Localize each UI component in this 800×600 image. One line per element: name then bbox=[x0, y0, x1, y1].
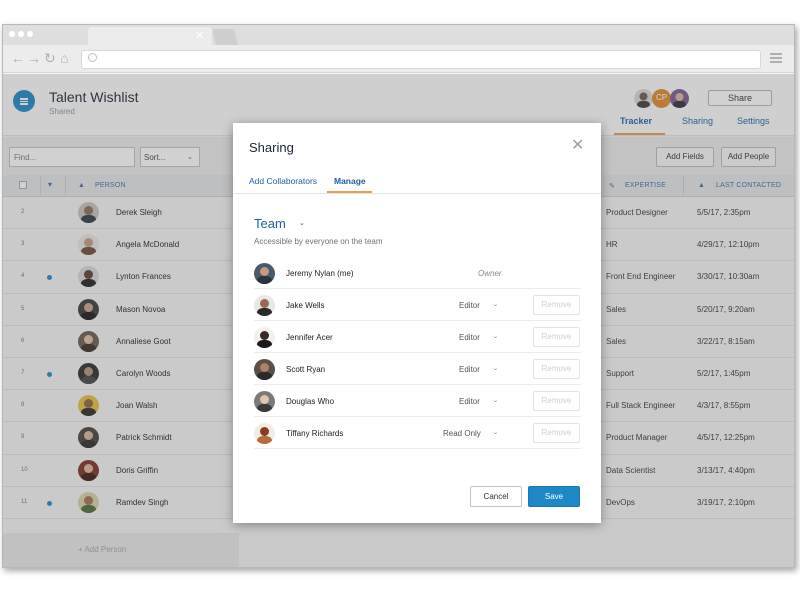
tab-divider bbox=[233, 193, 601, 194]
role-select[interactable]: Editor bbox=[459, 365, 480, 374]
search-icon bbox=[88, 53, 97, 62]
role-select[interactable]: Editor bbox=[459, 333, 480, 342]
back-icon[interactable]: ← bbox=[11, 50, 25, 66]
member-row: Jennifer Acer Editor ⌄ Remove bbox=[254, 321, 581, 353]
tab-close-icon[interactable]: ✕ bbox=[195, 29, 204, 42]
avatar bbox=[254, 263, 275, 284]
save-button[interactable]: Save bbox=[528, 486, 580, 507]
remove-button[interactable]: Remove bbox=[533, 423, 580, 443]
browser-toolbar: ← → ↻ ⌂ bbox=[3, 45, 794, 73]
member-name: Jake Wells bbox=[286, 301, 325, 310]
window-close-dot[interactable] bbox=[9, 31, 15, 37]
reload-icon[interactable]: ↻ bbox=[44, 50, 56, 67]
member-row: Scott Ryan Editor ⌄ Remove bbox=[254, 353, 581, 385]
browser-tab[interactable] bbox=[88, 27, 212, 45]
member-name: Douglas Who bbox=[286, 397, 335, 406]
remove-button[interactable]: Remove bbox=[533, 327, 580, 347]
role-select[interactable]: Editor bbox=[459, 397, 480, 406]
browser-menu-icon[interactable] bbox=[770, 53, 782, 65]
remove-button[interactable]: Remove bbox=[533, 295, 580, 315]
window-minimize-dot[interactable] bbox=[18, 31, 24, 37]
close-icon[interactable]: ✕ bbox=[571, 138, 584, 154]
role-select[interactable]: Editor bbox=[459, 301, 480, 310]
active-tab-indicator bbox=[327, 191, 372, 193]
chevron-down-icon[interactable]: ⌄ bbox=[299, 219, 305, 227]
avatar bbox=[254, 423, 275, 444]
member-row: Tiffany Richards Read Only ⌄ Remove bbox=[254, 417, 581, 449]
member-row: Jeremy Nylan (me) Owner bbox=[254, 257, 581, 289]
chevron-down-icon[interactable]: ⌄ bbox=[493, 333, 498, 340]
chevron-down-icon[interactable]: ⌄ bbox=[493, 301, 498, 308]
member-name: Jeremy Nylan (me) bbox=[286, 269, 354, 278]
chevron-down-icon[interactable]: ⌄ bbox=[493, 397, 498, 404]
browser-tab-strip: ✕ bbox=[3, 25, 794, 45]
member-name: Jennifer Acer bbox=[286, 333, 333, 342]
avatar bbox=[254, 295, 275, 316]
tab-add-collaborators[interactable]: Add Collaborators bbox=[249, 176, 317, 186]
chevron-down-icon[interactable]: ⌄ bbox=[493, 429, 498, 436]
tab-manage[interactable]: Manage bbox=[334, 176, 366, 186]
team-description: Accessible by everyone on the team bbox=[254, 237, 383, 246]
cancel-button[interactable]: Cancel bbox=[470, 486, 522, 507]
avatar bbox=[254, 391, 275, 412]
member-role: Owner bbox=[478, 269, 502, 278]
sharing-dialog: Sharing ✕ Add Collaborators Manage Team … bbox=[233, 123, 601, 523]
new-tab-button[interactable] bbox=[211, 29, 239, 45]
role-select[interactable]: Read Only bbox=[443, 429, 481, 438]
remove-button[interactable]: Remove bbox=[533, 391, 580, 411]
forward-icon[interactable]: → bbox=[27, 50, 41, 66]
member-name: Scott Ryan bbox=[286, 365, 326, 374]
member-row: Jake Wells Editor ⌄ Remove bbox=[254, 289, 581, 321]
chevron-down-icon[interactable]: ⌄ bbox=[493, 365, 498, 372]
member-name: Tiffany Richards bbox=[286, 429, 344, 438]
remove-button[interactable]: Remove bbox=[533, 359, 580, 379]
avatar bbox=[254, 327, 275, 348]
avatar bbox=[254, 359, 275, 380]
dialog-title: Sharing bbox=[249, 140, 294, 155]
window-zoom-dot[interactable] bbox=[27, 31, 33, 37]
address-bar[interactable] bbox=[81, 50, 761, 69]
member-row: Douglas Who Editor ⌄ Remove bbox=[254, 385, 581, 417]
team-selector[interactable]: Team bbox=[254, 216, 286, 231]
home-icon[interactable]: ⌂ bbox=[60, 50, 68, 66]
